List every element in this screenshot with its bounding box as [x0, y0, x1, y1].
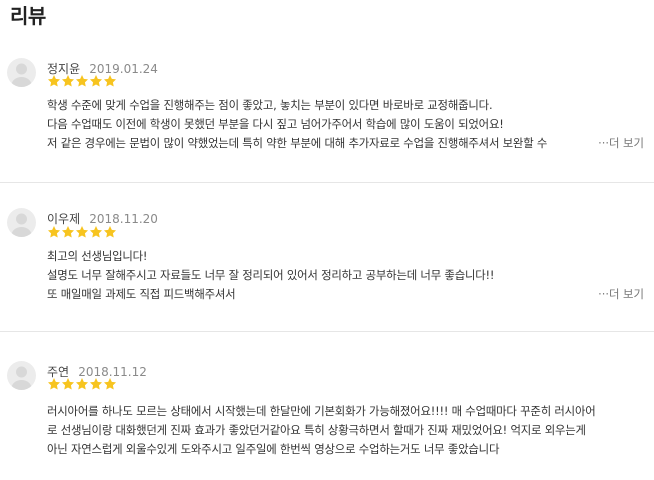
star-icon: [47, 225, 61, 239]
read-more-link[interactable]: ···더 보기: [598, 134, 644, 153]
review-date: 2018.11.20: [89, 212, 158, 226]
user-silhouette-icon: [11, 213, 32, 237]
divider: [0, 182, 654, 183]
review-line: 다음 수업때도 이전에 학생이 못했던 부분을 다시 짚고 넘어가주어서 학습에…: [47, 117, 504, 131]
user-silhouette-icon: [11, 366, 32, 390]
star-icon: [89, 74, 103, 88]
star-icon: [89, 377, 103, 391]
star-icon: [61, 225, 75, 239]
star-icon: [89, 225, 103, 239]
review-line: 러시아어를 하나도 모르는 상태에서 시작했는데 한달만에 기본회화가 가능해졌…: [47, 404, 596, 418]
star-icon: [47, 377, 61, 391]
review-text: 학생 수준에 맞게 수업을 진행해주는 점이 좋았고, 놓치는 부분이 있다면 …: [47, 96, 592, 153]
star-icon: [75, 225, 89, 239]
review-meta: 이우제 2018.11.20: [47, 208, 158, 226]
section-title: 리뷰: [10, 4, 46, 28]
star-icon: [47, 74, 61, 88]
star-icon: [103, 377, 117, 391]
read-more-link[interactable]: ···더 보기: [598, 285, 644, 304]
star-icon: [103, 74, 117, 88]
star-rating: [47, 377, 117, 391]
star-rating: [47, 225, 117, 239]
review-line: 학생 수준에 맞게 수업을 진행해주는 점이 좋았고, 놓치는 부분이 있다면 …: [47, 98, 493, 112]
star-icon: [103, 225, 117, 239]
star-rating: [47, 74, 117, 88]
star-icon: [75, 377, 89, 391]
star-icon: [61, 74, 75, 88]
reviewer-name: 이우제: [47, 212, 81, 226]
review-line: 로 선생님이랑 대화했던게 진짜 효과가 좋았던거같아요 특히 상황극하면서 할…: [47, 423, 586, 437]
review-text: 최고의 선생님입니다! 설명도 너무 잘해주시고 자료들도 너무 잘 정리되어 …: [47, 247, 592, 304]
avatar: [7, 58, 36, 87]
review-line: 최고의 선생님입니다!: [47, 249, 148, 263]
avatar: [7, 361, 36, 390]
reviews-page: 리뷰 정지윤 2019.01.24 학생 수준에 맞게 수업을 진행해주는 점이…: [0, 0, 654, 480]
review-line: 저 같은 경우에는 문법이 많이 약했었는데 특히 약한 부분에 대해 추가자료…: [47, 136, 548, 150]
user-silhouette-icon: [11, 63, 32, 87]
star-icon: [61, 377, 75, 391]
avatar: [7, 208, 36, 237]
star-icon: [75, 74, 89, 88]
review-line: 또 매일매일 과제도 직접 피드백해주셔서: [47, 287, 236, 301]
review-text: 러시아어를 하나도 모르는 상태에서 시작했는데 한달만에 기본회화가 가능해졌…: [47, 402, 647, 459]
review-line: 설명도 너무 잘해주시고 자료들도 너무 잘 정리되어 있어서 정리하고 공부하…: [47, 268, 495, 282]
divider: [0, 331, 654, 332]
review-line: 아닌 자연스럽게 외울수있게 도와주시고 일주일에 한번씩 영상으로 수업하는거…: [47, 442, 500, 456]
